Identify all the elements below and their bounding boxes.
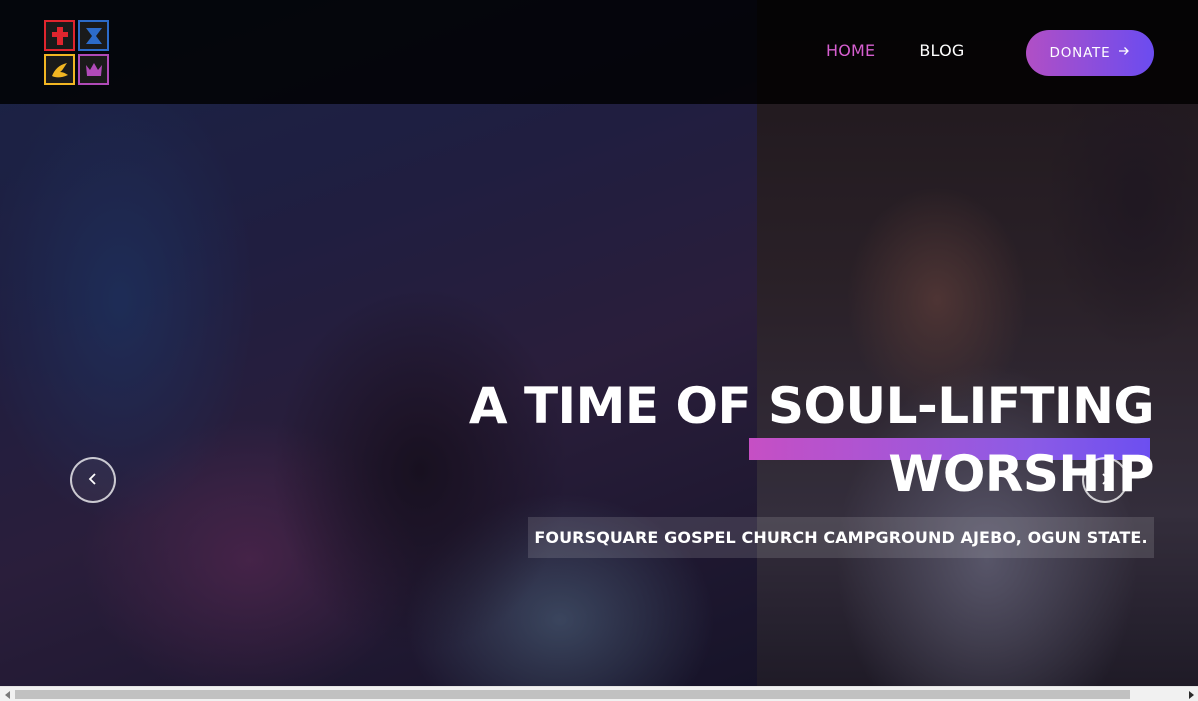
horizontal-scrollbar[interactable]: [0, 686, 1198, 701]
arrow-right-icon: [1118, 45, 1130, 61]
slider-prev-button[interactable]: [70, 457, 116, 503]
hero-title-line-1: A TIME OF SOUL-LIFTING: [468, 377, 1155, 435]
nav-home-link[interactable]: HOME: [826, 41, 875, 60]
main-nav: HOME BLOG: [826, 41, 964, 60]
site-logo[interactable]: [44, 20, 109, 85]
donate-button-label: DONATE: [1049, 45, 1111, 61]
dove-icon: [44, 54, 75, 85]
chevron-right-icon: [1098, 471, 1112, 490]
cross-icon: [44, 20, 75, 51]
chevron-left-icon: [86, 471, 100, 490]
nav-blog-link[interactable]: BLOG: [919, 41, 964, 60]
hero-title-line-2: WORSHIP: [888, 445, 1154, 503]
site-header: HOME BLOG DONATE: [0, 0, 1198, 104]
scroll-right-icon[interactable]: [1183, 687, 1198, 701]
hero-title: A TIME OF SOUL-LIFTING WORSHIP: [468, 372, 1155, 508]
scrollbar-thumb[interactable]: [15, 690, 1130, 699]
donate-button[interactable]: DONATE: [1026, 30, 1154, 76]
scroll-left-icon[interactable]: [0, 687, 15, 701]
slider-next-button[interactable]: [1082, 457, 1128, 503]
crown-icon: [78, 54, 109, 85]
cup-icon: [78, 20, 109, 51]
hero-subtitle: FOURSQUARE GOSPEL CHURCH CAMPGROUND AJEB…: [528, 517, 1154, 558]
